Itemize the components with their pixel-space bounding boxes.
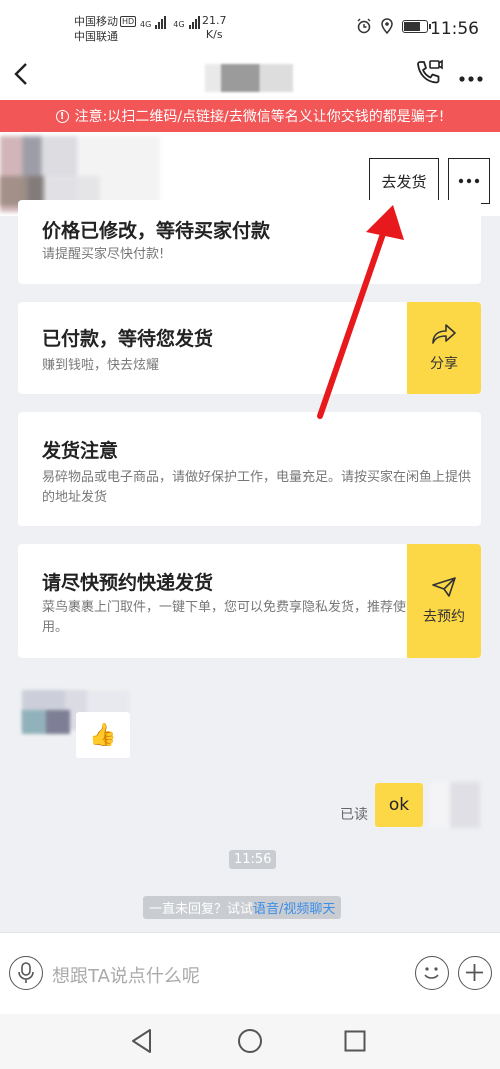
nav-back-icon[interactable] (130, 1028, 154, 1058)
ship-button[interactable]: 去发货 (369, 158, 439, 204)
contact-name-blurred (205, 64, 293, 92)
plus-icon[interactable] (458, 956, 492, 990)
share-label: 分享 (430, 356, 458, 372)
signal-icon (188, 16, 200, 29)
book-courier-label: 去预约 (423, 609, 465, 625)
status-time: 11:56 (430, 19, 479, 39)
battery-icon (402, 19, 431, 33)
alarm-icon (357, 18, 371, 34)
share-button[interactable]: 分享 (407, 302, 481, 394)
status-card-price-modified: 价格已修改，等待买家付款 请提醒买家尽快付款! (18, 200, 481, 284)
card-subtitle: 菜鸟裹裹上门取件，一键下单，您可以免费享隐私发货，推荐使用。 (42, 600, 407, 635)
signal-indicators: 4G 4G (140, 16, 200, 29)
network-speed: 21.7 K/s (202, 14, 227, 41)
status-card-paid: 已付款，等待您发货 赚到钱啦，快去炫耀 分享 (18, 302, 481, 394)
microphone-icon[interactable] (9, 956, 43, 990)
card-subtitle: 赚到钱啦，快去炫耀 (42, 358, 160, 373)
book-courier-button[interactable]: 去预约 (407, 544, 481, 658)
message-input[interactable]: 想跟TA说点什么呢 (52, 962, 200, 988)
message-timestamp: 11:56 (229, 850, 277, 869)
carrier-2: 中国联通 (74, 30, 118, 43)
buyer-avatar-blurred (22, 710, 70, 734)
reply-hint: 一直未回复？试试语音/视频聊天 (143, 896, 342, 919)
network-type-2: 4G (173, 20, 185, 29)
video-call-icon[interactable] (414, 58, 444, 92)
status-card-book-courier: 请尽快预约快递发货 菜鸟裹裹上门取件，一键下单，您可以免费享隐私发货，推荐使用。… (18, 544, 481, 658)
thumbs-up-emoji: 👍 (89, 722, 117, 748)
fraud-warning-banner: ! 注意:以扫二维码/点链接/去微信等名义让你交钱的都是骗子! (0, 100, 500, 132)
nav-home-icon[interactable] (237, 1028, 263, 1058)
card-subtitle: 请提醒买家尽快付款! (42, 247, 165, 262)
card-subtitle: 易碎物品或电子商品，请做好保护工作，电量充足。请按买家在闲鱼上提供的地址发货 (42, 470, 472, 505)
sent-message-bubble[interactable]: ok (375, 783, 423, 827)
my-avatar-blurred[interactable] (430, 782, 480, 828)
card-title: 已付款，等待您发货 (42, 328, 214, 350)
more-dots-icon[interactable] (458, 64, 484, 89)
card-title: 价格已修改，等待买家付款 (42, 220, 271, 242)
hd-badge: HD (120, 16, 137, 27)
status-icons (356, 18, 431, 34)
card-title: 发货注意 (42, 440, 119, 462)
more-actions-button[interactable] (448, 158, 490, 204)
network-type-1: 4G (140, 20, 152, 29)
voice-video-link[interactable]: 语音/视频聊天 (253, 902, 335, 917)
warning-text: 注意:以扫二维码/点链接/去微信等名义让你交钱的都是骗子! (74, 109, 445, 125)
carrier-1: 中国移动 (74, 15, 118, 28)
signal-icon (155, 16, 167, 29)
location-icon (381, 18, 393, 34)
alert-circle-icon: ! (55, 109, 69, 123)
hint-text: 一直未回复？试试 (149, 902, 254, 917)
sent-message-text: ok (388, 795, 410, 815)
card-title: 请尽快预约快递发货 (42, 572, 214, 594)
carrier-info: 中国移动 HD 中国联通 (74, 14, 137, 44)
nav-recents-icon[interactable] (344, 1030, 366, 1056)
emoji-icon[interactable] (415, 956, 449, 990)
read-receipt: 已读 (340, 807, 368, 823)
paper-plane-icon (432, 577, 456, 597)
status-card-shipping-notice: 发货注意 易碎物品或电子商品，请做好保护工作，电量充足。请按买家在闲鱼上提供的地… (18, 412, 481, 526)
received-message-bubble[interactable]: 👍 (76, 712, 130, 758)
share-icon (432, 324, 456, 344)
back-arrow-icon[interactable] (14, 62, 28, 93)
